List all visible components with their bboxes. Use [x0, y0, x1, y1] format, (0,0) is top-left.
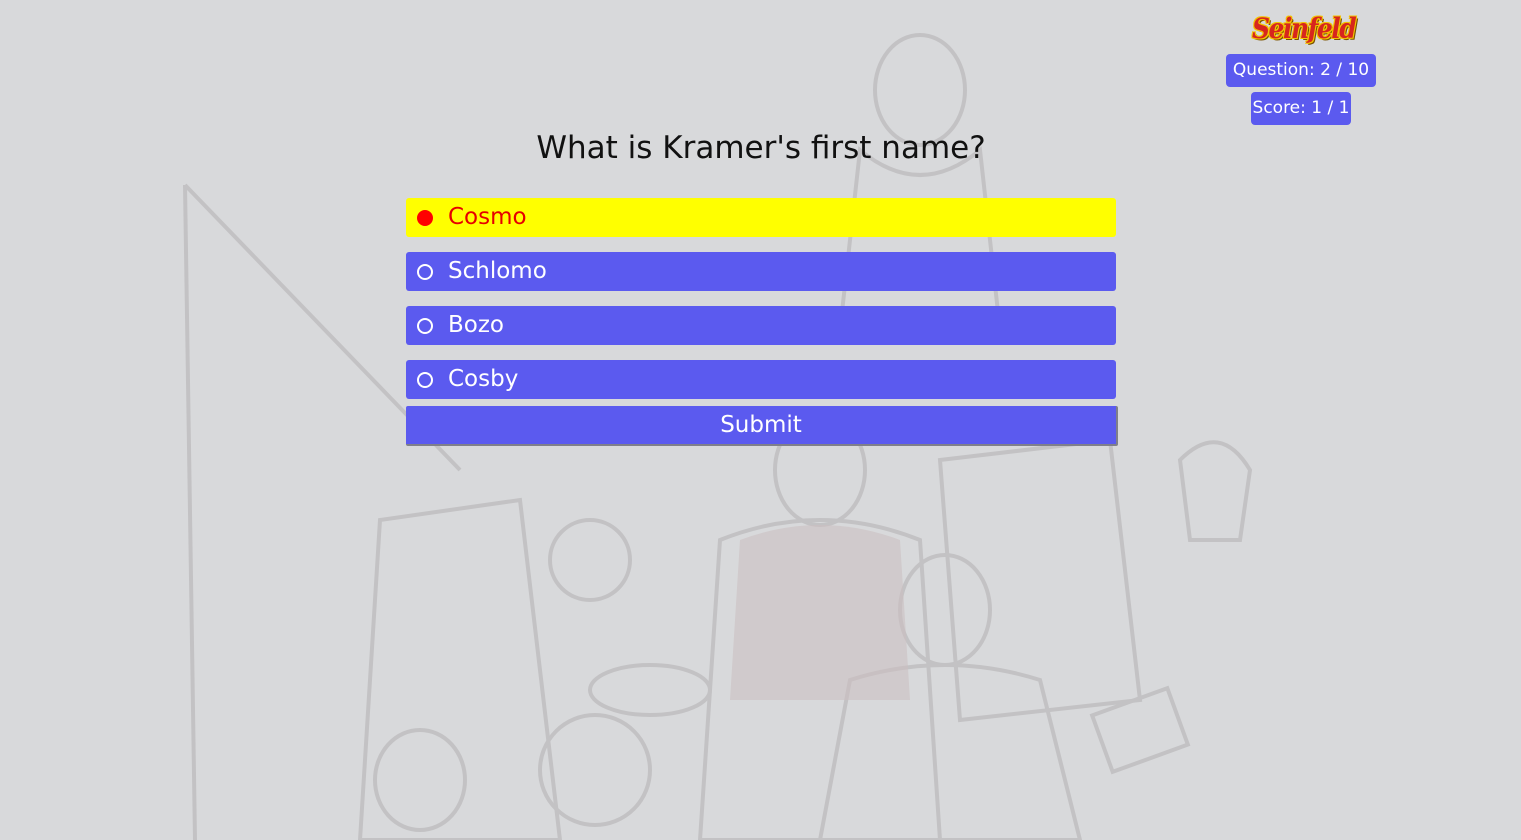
answer-option-bozo[interactable]: Bozo [406, 306, 1116, 345]
radio-unselected-icon[interactable] [417, 317, 433, 334]
answer-label: Cosby [448, 366, 519, 392]
radio-selected-icon[interactable] [417, 209, 433, 226]
answer-list: Cosmo Schlomo Bozo Cosby [406, 198, 1116, 414]
question-title: What is Kramer's first name? [536, 130, 986, 166]
submit-button[interactable]: Submit [406, 406, 1118, 446]
answer-label: Cosmo [448, 204, 527, 230]
question-counter-badge: Question: 2 / 10 [1226, 54, 1376, 87]
answer-option-cosmo[interactable]: Cosmo [406, 198, 1116, 237]
radio-unselected-icon[interactable] [417, 263, 433, 280]
radio-unselected-icon[interactable] [417, 371, 433, 388]
score-badge: Score: 1 / 1 [1251, 92, 1351, 125]
answer-option-cosby[interactable]: Cosby [406, 360, 1116, 399]
answer-label: Bozo [448, 312, 504, 338]
answer-label: Schlomo [448, 258, 547, 284]
seinfeld-logo: Seinfeld [1252, 12, 1357, 48]
logo-text: Seinfeld [1252, 12, 1357, 45]
answer-option-schlomo[interactable]: Schlomo [406, 252, 1116, 291]
